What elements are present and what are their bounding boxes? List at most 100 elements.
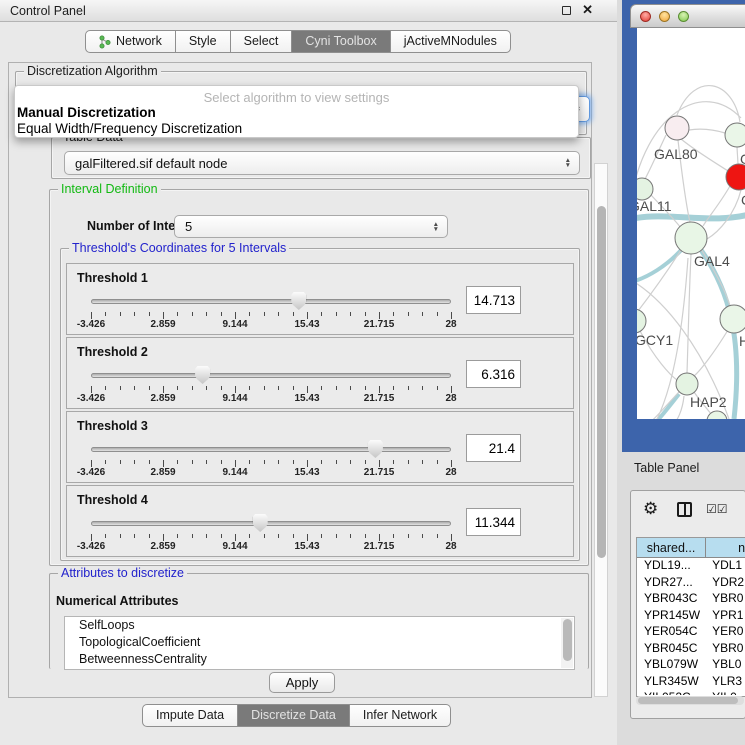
slider-track[interactable] <box>91 521 451 526</box>
threshold-value-field[interactable]: 21.4 <box>466 434 521 462</box>
slider-tick <box>235 386 236 393</box>
table-cell: YBR045C <box>637 641 706 658</box>
tab-select[interactable]: Select <box>231 30 293 53</box>
node-label: GAL80 <box>654 146 698 162</box>
table-row[interactable]: YBL079WYBL0 <box>637 657 745 674</box>
tab-infer-network[interactable]: Infer Network <box>350 704 451 727</box>
list-scrollbar[interactable] <box>561 618 573 668</box>
scrollbar-thumb[interactable] <box>638 697 738 704</box>
table-row[interactable]: YPR145WYPR1 <box>637 608 745 625</box>
slider-tick <box>120 386 121 390</box>
float-window-icon[interactable] <box>562 6 571 15</box>
table-cell: YPR145W <box>637 608 706 625</box>
slider-tick <box>105 386 106 390</box>
table-horizontal-scrollbar[interactable] <box>636 696 744 705</box>
group-title: Interval Definition <box>58 182 161 196</box>
table-row[interactable]: YDL19...YDL1 <box>637 558 745 575</box>
slider-handle[interactable] <box>253 514 268 532</box>
network-node-g[interactable] <box>725 123 745 147</box>
threshold-value-field[interactable]: 6.316 <box>466 360 521 388</box>
network-node-hap2[interactable] <box>676 373 698 395</box>
network-node-gal80[interactable] <box>665 116 689 140</box>
table-row[interactable]: YBR045CYBR0 <box>637 641 745 658</box>
slider-tick <box>264 312 265 316</box>
slider-tick <box>120 460 121 464</box>
numerical-attributes-list[interactable]: SelfLoopsTopologicalCoefficientBetweenne… <box>64 616 575 670</box>
attribute-list-item[interactable]: SelfLoops <box>65 617 574 634</box>
table-data-combobox[interactable]: galFiltered.sif default node ▲▼ <box>64 151 580 175</box>
slider-tick <box>105 312 106 316</box>
slider-handle[interactable] <box>368 440 383 458</box>
slider-tick <box>264 386 265 390</box>
algorithm-option[interactable]: Manual Discretization <box>17 105 156 120</box>
network-node-c[interactable] <box>726 164 745 190</box>
network-node-gal11[interactable] <box>637 178 653 200</box>
tab-cyni-toolbox[interactable]: Cyni Toolbox <box>292 30 390 53</box>
content-vertical-scrollbar[interactable] <box>594 163 608 697</box>
slider-tick <box>105 460 106 464</box>
column-header[interactable]: na <box>706 538 745 558</box>
table-data-selected: galFiltered.sif default node <box>75 156 227 171</box>
tab-jactivemnodules[interactable]: jActiveMNodules <box>391 30 511 53</box>
scrollbar-thumb[interactable] <box>597 206 606 558</box>
network-node-gcy1[interactable] <box>637 309 646 333</box>
slider-tick <box>365 312 366 316</box>
close-traffic-light-icon[interactable] <box>640 11 651 22</box>
slider-tick <box>264 460 265 464</box>
network-view-window[interactable]: GAL80GCGAL11GAL4GCY1HHAP2 <box>622 0 745 452</box>
tab-network[interactable]: Network <box>85 30 176 53</box>
threshold-panel-1: Threshold 1-3.4262.8599.14415.4321.71528… <box>66 263 574 335</box>
group-title: Threshold's Coordinates for 5 Intervals <box>69 241 289 255</box>
attribute-list-item[interactable]: TopologicalCoefficient <box>65 634 574 651</box>
gear-icon[interactable]: ⚙ <box>643 499 658 519</box>
tick-label: -3.426 <box>61 467 121 478</box>
slider-handle[interactable] <box>291 292 306 310</box>
scrollbar-thumb[interactable] <box>563 619 572 661</box>
slider-tick <box>379 460 380 467</box>
threshold-value-field[interactable]: 14.713 <box>466 286 521 314</box>
slider-tick <box>321 386 322 390</box>
slider-tick <box>221 386 222 390</box>
slider-tick <box>379 312 380 319</box>
slider-tick <box>206 534 207 538</box>
attribute-list-item[interactable]: BetweennessCentrality <box>65 651 574 668</box>
number-of-intervals-combobox[interactable]: 5 ▲▼ <box>174 215 448 238</box>
slider-tick <box>307 386 308 393</box>
slider-tick <box>235 460 236 467</box>
tab-discretize-data[interactable]: Discretize Data <box>238 704 350 727</box>
slider-tick <box>177 386 178 390</box>
table-row[interactable]: YLR345WYLR3 <box>637 674 745 691</box>
network-node-h[interactable] <box>720 305 745 333</box>
slider-track[interactable] <box>91 373 451 378</box>
slider-tick <box>307 460 308 467</box>
minimize-traffic-light-icon[interactable] <box>659 11 670 22</box>
slider-tick <box>278 312 279 316</box>
slider-tick <box>422 460 423 464</box>
apply-button[interactable]: Apply <box>269 672 335 693</box>
slider-track[interactable] <box>91 447 451 452</box>
table-row[interactable]: YDR27...YDR2 <box>637 575 745 592</box>
threshold-label: Threshold 2 <box>77 345 148 359</box>
table-row[interactable]: YBR043CYBR0 <box>637 591 745 608</box>
network-canvas[interactable]: GAL80GCGAL11GAL4GCY1HHAP2 <box>637 28 745 419</box>
column-header[interactable]: shared... <box>637 538 706 558</box>
select-checkboxes-icon[interactable]: ☑☑ <box>706 502 728 516</box>
slider-handle[interactable] <box>195 366 210 384</box>
table-row[interactable]: YER054CYER0 <box>637 624 745 641</box>
tab-impute-data[interactable]: Impute Data <box>142 704 238 727</box>
close-icon[interactable]: ✕ <box>582 2 593 18</box>
network-node-gal4[interactable] <box>675 222 707 254</box>
slider-track[interactable] <box>91 299 451 304</box>
tab-style[interactable]: Style <box>176 30 231 53</box>
threshold-value-field[interactable]: 11.344 <box>466 508 521 536</box>
columns-icon[interactable] <box>677 502 692 517</box>
slider-tick <box>177 534 178 538</box>
table-cell: YER0 <box>706 624 745 641</box>
tick-label: 9.144 <box>205 541 265 552</box>
algorithm-option[interactable]: Equal Width/Frequency Discretization <box>17 121 242 136</box>
tick-label: 21.715 <box>349 319 409 330</box>
table-row[interactable]: YIL052CYIL0 <box>637 690 745 695</box>
table-cell: YDL19... <box>637 558 706 575</box>
network-window-titlebar[interactable] <box>630 4 745 28</box>
zoom-traffic-light-icon[interactable] <box>678 11 689 22</box>
